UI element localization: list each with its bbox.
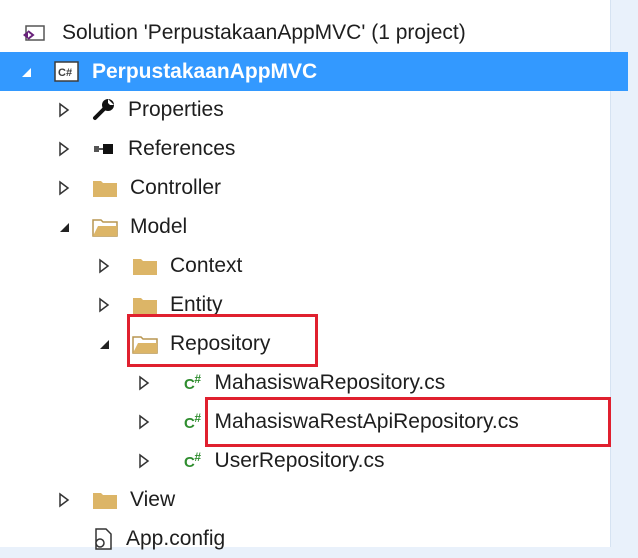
csharp-file-icon: C# (184, 450, 201, 471)
collapsed-arrow-icon[interactable] (96, 258, 112, 274)
folder-open-icon (92, 216, 118, 238)
tree-row-solution[interactable]: Solution 'PerpustakaanAppMVC' (1 project… (0, 13, 632, 52)
tree-row-mahasiswa-rest-api-repository[interactable]: C# MahasiswaRestApiRepository.cs (0, 402, 638, 441)
folder-open-icon (132, 333, 158, 355)
tree-row-mahasiswa-repository[interactable]: C# MahasiswaRepository.cs (0, 363, 638, 402)
user-repository-label: UserRepository.cs (214, 448, 385, 472)
references-label: References (128, 136, 236, 160)
references-icon (92, 137, 116, 161)
properties-label: Properties (128, 97, 224, 121)
mahasiswa-repository-label: MahasiswaRepository.cs (214, 370, 446, 394)
expanded-arrow-icon[interactable] (18, 64, 34, 80)
tree-row-properties[interactable]: Properties (0, 90, 638, 129)
tree-row-repository[interactable]: Repository (0, 324, 638, 363)
collapsed-arrow-icon[interactable] (56, 492, 72, 508)
csharp-file-icon: C# (184, 411, 201, 432)
model-label: Model (130, 214, 188, 238)
controller-label: Controller (130, 175, 222, 199)
tree-row-user-repository[interactable]: C# UserRepository.cs (0, 441, 638, 480)
folder-icon (92, 489, 118, 511)
tree-row-references[interactable]: References (0, 129, 638, 168)
wrench-icon (92, 98, 116, 122)
csharp-project-icon: C# (54, 60, 80, 83)
mahasiswa-rest-api-repository-label: MahasiswaRestApiRepository.cs (214, 409, 519, 433)
solution-explorer-tree: Solution 'PerpustakaanAppMVC' (1 project… (0, 0, 628, 550)
context-label: Context (170, 253, 243, 277)
tree-row-context[interactable]: Context (0, 246, 638, 285)
repository-label: Repository (170, 331, 271, 355)
collapsed-arrow-icon[interactable] (136, 375, 152, 391)
tree-row-model[interactable]: Model (0, 207, 638, 246)
collapsed-arrow-icon[interactable] (96, 297, 112, 313)
entity-label: Entity (170, 292, 223, 316)
tree-row-project[interactable]: C# PerpustakaanAppMVC (0, 52, 628, 91)
tree-row-controller[interactable]: Controller (0, 168, 638, 207)
collapsed-arrow-icon[interactable] (136, 414, 152, 430)
collapsed-arrow-icon[interactable] (56, 141, 72, 157)
folder-icon (92, 177, 118, 199)
folder-icon (132, 294, 158, 316)
tree-row-app-config[interactable]: App.config (0, 519, 638, 558)
tree-row-view[interactable]: View (0, 480, 638, 519)
tree-row-entity[interactable]: Entity (0, 285, 638, 324)
solution-label: Solution 'PerpustakaanAppMVC' (1 project… (62, 20, 466, 44)
collapsed-arrow-icon[interactable] (56, 180, 72, 196)
solution-icon (22, 23, 46, 43)
view-label: View (130, 487, 176, 511)
collapsed-arrow-icon[interactable] (56, 102, 72, 118)
collapsed-arrow-icon[interactable] (136, 453, 152, 469)
expanded-arrow-icon[interactable] (96, 336, 112, 352)
project-label: PerpustakaanAppMVC (92, 59, 318, 83)
svg-text:C#: C# (58, 67, 72, 79)
expanded-arrow-icon[interactable] (56, 219, 72, 235)
folder-icon (132, 255, 158, 277)
csharp-file-icon: C# (184, 372, 201, 393)
